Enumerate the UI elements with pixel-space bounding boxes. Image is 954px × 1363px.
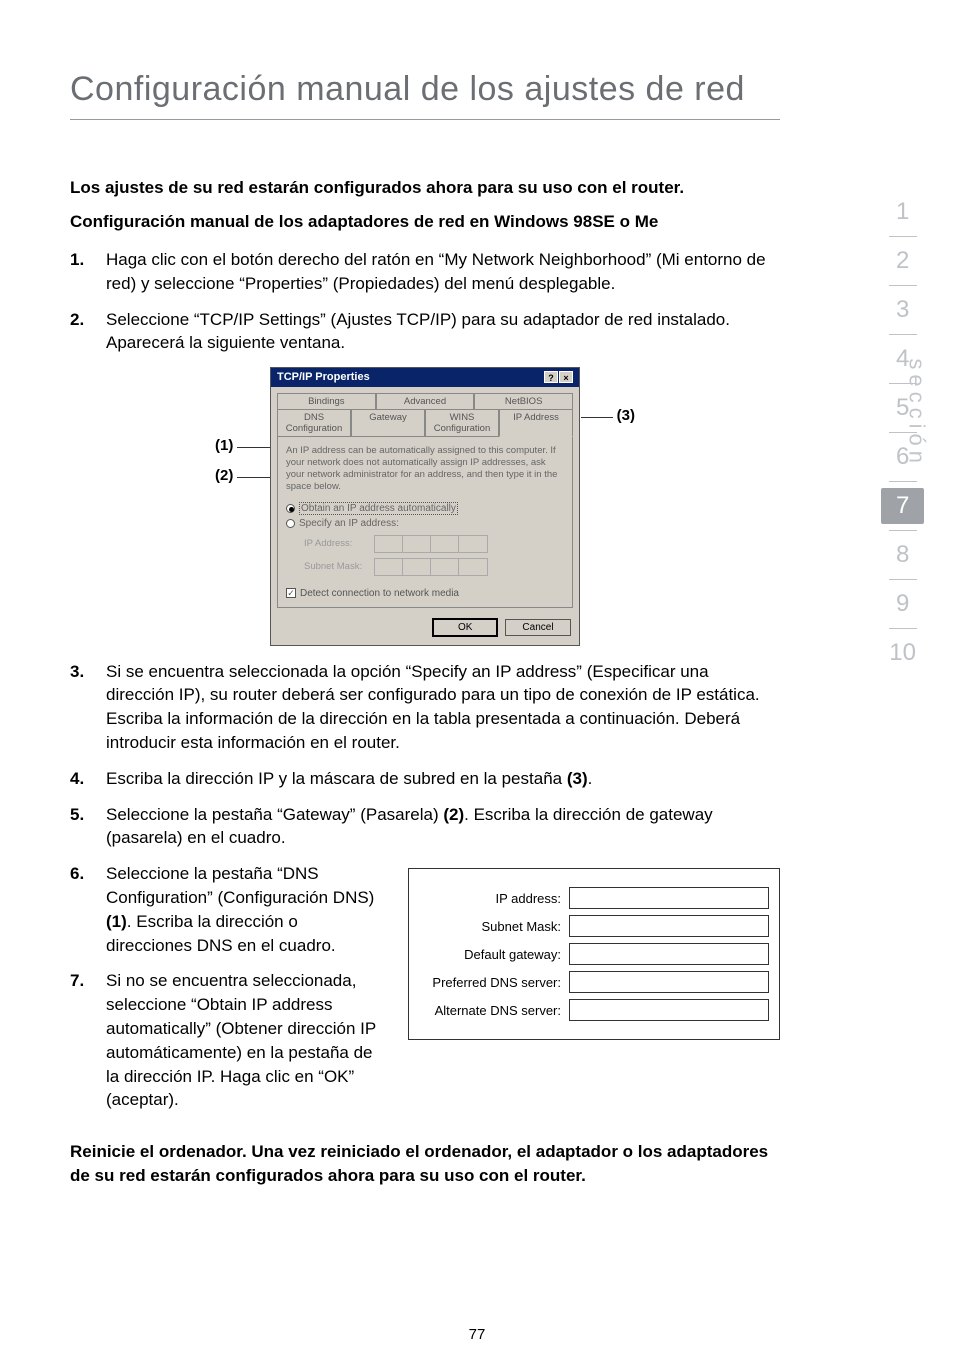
form-row-dns1: Preferred DNS server: (419, 971, 769, 993)
step-body: Seleccione la pestaña “Gateway” (Pasarel… (106, 803, 780, 851)
callout-2: (2) (215, 467, 233, 484)
nav-8[interactable]: 8 (881, 531, 924, 579)
nav-2[interactable]: 2 (881, 237, 924, 285)
tab-gateway[interactable]: Gateway (351, 409, 425, 436)
subnet-mask-label: Subnet Mask: (304, 561, 374, 572)
dialog-figure: (1) (2) (3) TCP/IP Properties ?× Binding… (70, 367, 780, 646)
tab-wins[interactable]: WINS Configuration (425, 409, 499, 436)
tab-advanced[interactable]: Advanced (376, 393, 475, 409)
step-body: Seleccione “TCP/IP Settings” (Ajustes TC… (106, 308, 780, 356)
section-label: sección (904, 358, 930, 468)
window-buttons: ?× (543, 371, 573, 384)
dialog-buttons: OK Cancel (271, 614, 579, 645)
form-row-mask: Subnet Mask: (419, 915, 769, 937)
step-body: Haga clic con el botón derecho del ratón… (106, 248, 780, 296)
form-row-dns2: Alternate DNS server: (419, 999, 769, 1021)
step-1: 1. Haga clic con el botón derecho del ra… (70, 248, 780, 296)
step-num: 3. (70, 660, 106, 755)
step-num: 2. (70, 308, 106, 356)
form-input[interactable] (569, 887, 769, 909)
radio-obtain-auto[interactable]: Obtain an IP address automatically (286, 503, 564, 514)
form-label: Preferred DNS server: (419, 975, 569, 990)
form-input[interactable] (569, 943, 769, 965)
detect-label: Detect connection to network media (300, 588, 459, 599)
step-num: 4. (70, 767, 106, 791)
callout-3: (3) (617, 407, 635, 424)
step-body: Seleccione la pestaña “DNS Configuration… (106, 862, 382, 957)
step-4: 4. Escriba la dirección IP y la máscara … (70, 767, 780, 791)
step-2: 2. Seleccione “TCP/IP Settings” (Ajustes… (70, 308, 780, 356)
tab-ipaddress[interactable]: IP Address (499, 409, 573, 437)
radio-label: Specify an IP address: (299, 518, 399, 529)
nav-3[interactable]: 3 (881, 286, 924, 334)
step-num: 1. (70, 248, 106, 296)
dialog-title-text: TCP/IP Properties (277, 371, 370, 384)
radio-label: Obtain an IP address automatically (299, 502, 458, 515)
subnet-mask-input[interactable] (374, 558, 488, 576)
step-7: 7. Si no se encuentra seleccionada, sele… (70, 969, 382, 1112)
step-3: 3. Si se encuentra seleccionada la opció… (70, 660, 780, 755)
tab-netbios[interactable]: NetBIOS (474, 393, 573, 409)
form-row-ip: IP address: (419, 887, 769, 909)
ip-address-label: IP Address: (304, 538, 374, 549)
ip-address-input[interactable] (374, 535, 488, 553)
tab-bindings[interactable]: Bindings (277, 393, 376, 409)
form-row-gateway: Default gateway: (419, 943, 769, 965)
form-label: Alternate DNS server: (419, 1003, 569, 1018)
callout-1: (1) (215, 437, 233, 454)
nav-9[interactable]: 9 (881, 580, 924, 628)
ip-info-table: IP address: Subnet Mask: Default gateway… (408, 868, 780, 1040)
detect-check[interactable]: ✓ Detect connection to network media (286, 588, 564, 599)
step-num: 7. (70, 969, 106, 1112)
help-icon[interactable]: ? (544, 371, 558, 383)
cancel-button[interactable]: Cancel (505, 619, 571, 636)
step-5: 5. Seleccione la pestaña “Gateway” (Pasa… (70, 803, 780, 851)
nav-7[interactable]: 7 (881, 488, 924, 524)
radio-dot-icon (286, 504, 295, 513)
step-num: 5. (70, 803, 106, 851)
step-body: Si no se encuentra seleccionada, selecci… (106, 969, 382, 1112)
nav-10[interactable]: 10 (881, 629, 924, 677)
radio-specify[interactable]: Specify an IP address: (286, 518, 564, 529)
dialog-pane: An IP address can be automatically assig… (277, 436, 573, 608)
page-number: 77 (0, 1326, 954, 1343)
section-nav: 1 2 3 4 5 6 7 8 9 10 sección (881, 188, 924, 677)
ip-group: IP Address: Subnet Mask: (304, 535, 564, 576)
form-input[interactable] (569, 915, 769, 937)
final-instruction: Reinicie el ordenador. Una vez reiniciad… (70, 1140, 780, 1188)
page-title: Configuración manual de los ajustes de r… (70, 70, 780, 109)
nav-1[interactable]: 1 (881, 188, 924, 236)
step-body: Escriba la dirección IP y la máscara de … (106, 767, 780, 791)
ip-address-line: IP Address: (304, 535, 564, 553)
ok-button[interactable]: OK (432, 618, 498, 637)
tcpip-dialog: TCP/IP Properties ?× Bindings Advanced N… (270, 367, 580, 646)
form-input[interactable] (569, 999, 769, 1021)
step-6: 6. Seleccione la pestaña “DNS Configurat… (70, 862, 382, 957)
step-num: 6. (70, 862, 106, 957)
form-label: Default gateway: (419, 947, 569, 962)
close-icon[interactable]: × (559, 371, 573, 383)
tab-row-2: DNS Configuration Gateway WINS Configura… (271, 409, 579, 436)
subnet-mask-line: Subnet Mask: (304, 558, 564, 576)
form-input[interactable] (569, 971, 769, 993)
dialog-titlebar: TCP/IP Properties ?× (271, 368, 579, 387)
checkbox-icon: ✓ (286, 588, 296, 598)
dialog-description: An IP address can be automatically assig… (286, 445, 564, 493)
intro-bold-2: Configuración manual de los adaptadores … (70, 209, 780, 235)
step-body: Si se encuentra seleccionada la opción “… (106, 660, 780, 755)
form-label: Subnet Mask: (419, 919, 569, 934)
title-rule (70, 119, 780, 120)
radio-dot-icon (286, 519, 295, 528)
intro-bold-1: Los ajustes de su red estarán configurad… (70, 175, 780, 201)
tab-row-1: Bindings Advanced NetBIOS (271, 387, 579, 409)
tab-dns[interactable]: DNS Configuration (277, 409, 351, 436)
form-label: IP address: (419, 891, 569, 906)
